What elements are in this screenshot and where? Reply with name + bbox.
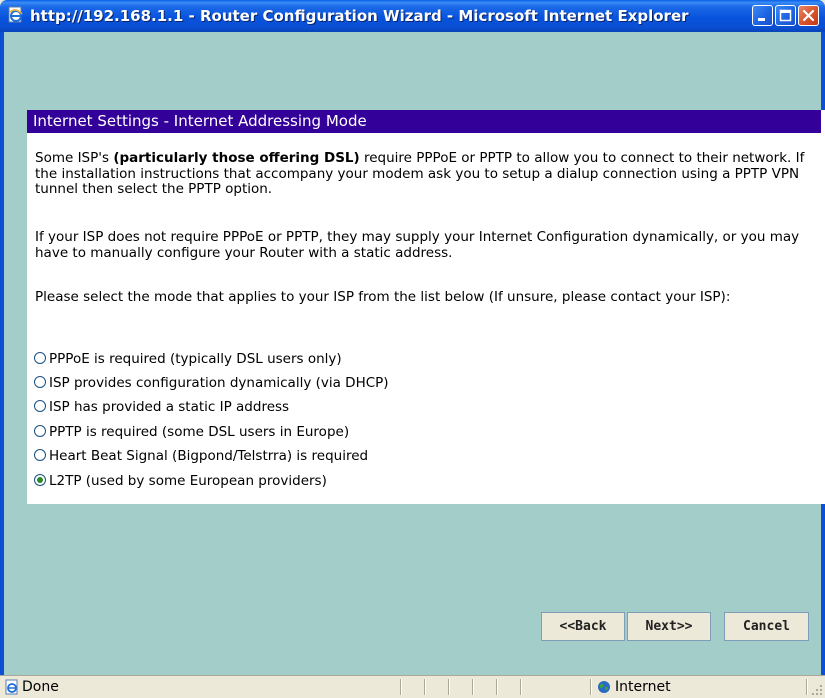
next-button[interactable]: Next>> (627, 612, 711, 641)
option-label: PPPoE is required (typically DSL users o… (49, 351, 342, 367)
option-pppoe[interactable]: PPPoE is required (typically DSL users o… (34, 349, 342, 369)
intro-text-start: Some ISP's (35, 150, 114, 166)
minimize-button[interactable] (752, 5, 773, 26)
radio-button[interactable] (34, 425, 46, 437)
window-title-bar[interactable]: http://192.168.1.1 - Router Configuratio… (0, 0, 825, 32)
info-paragraph: If your ISP does not require PPPoE or PP… (35, 229, 800, 261)
radio-button[interactable] (34, 474, 46, 486)
option-dhcp[interactable]: ISP provides configuration dynamically (… (34, 373, 389, 393)
back-button[interactable]: <<Back (541, 612, 625, 641)
intro-text-bold: (particularly those offering DSL) (113, 150, 360, 166)
security-zone: Internet (615, 679, 671, 695)
resize-grip-icon[interactable] (811, 684, 823, 696)
status-text: Done (22, 679, 59, 695)
radio-button[interactable] (34, 449, 46, 461)
option-label: Heart Beat Signal (Bigpond/Telstrra) is … (49, 448, 369, 464)
close-button[interactable] (798, 5, 819, 26)
option-heartbeat[interactable]: Heart Beat Signal (Bigpond/Telstrra) is … (34, 446, 368, 466)
window-title: http://192.168.1.1 - Router Configuratio… (30, 7, 689, 25)
radio-button[interactable] (34, 376, 46, 388)
ie-page-icon (5, 679, 18, 695)
option-label: ISP provides configuration dynamically (… (49, 375, 389, 391)
minimize-icon (758, 18, 765, 21)
globe-icon (598, 681, 610, 693)
instruction-paragraph: Please select the mode that applies to y… (35, 289, 731, 305)
maximize-icon (779, 9, 792, 22)
option-l2tp[interactable]: L2TP (used by some European providers) (34, 471, 327, 491)
status-divider (424, 679, 426, 695)
radio-button[interactable] (34, 400, 46, 412)
status-bar: Done Internet (0, 675, 825, 698)
status-divider (400, 679, 402, 695)
option-label: ISP has provided a static IP address (49, 399, 290, 415)
close-icon (802, 9, 815, 22)
intro-paragraph: Some ISP's (particularly those offering … (35, 150, 810, 198)
panel-header: Internet Settings - Internet Addressing … (27, 110, 821, 133)
option-label: PPTP is required (some DSL users in Euro… (49, 424, 350, 440)
cancel-button[interactable]: Cancel (724, 612, 809, 641)
status-divider (590, 679, 592, 695)
status-divider (806, 679, 808, 695)
status-divider (472, 679, 474, 695)
status-divider (520, 679, 522, 695)
status-divider (496, 679, 498, 695)
status-divider (448, 679, 450, 695)
option-static-ip[interactable]: ISP has provided a static IP address (34, 397, 289, 417)
ie-page-icon (8, 6, 23, 23)
option-label: L2TP (used by some European providers) (49, 473, 327, 489)
radio-button[interactable] (34, 352, 46, 364)
maximize-button[interactable] (775, 5, 796, 26)
option-pptp[interactable]: PPTP is required (some DSL users in Euro… (34, 422, 349, 442)
